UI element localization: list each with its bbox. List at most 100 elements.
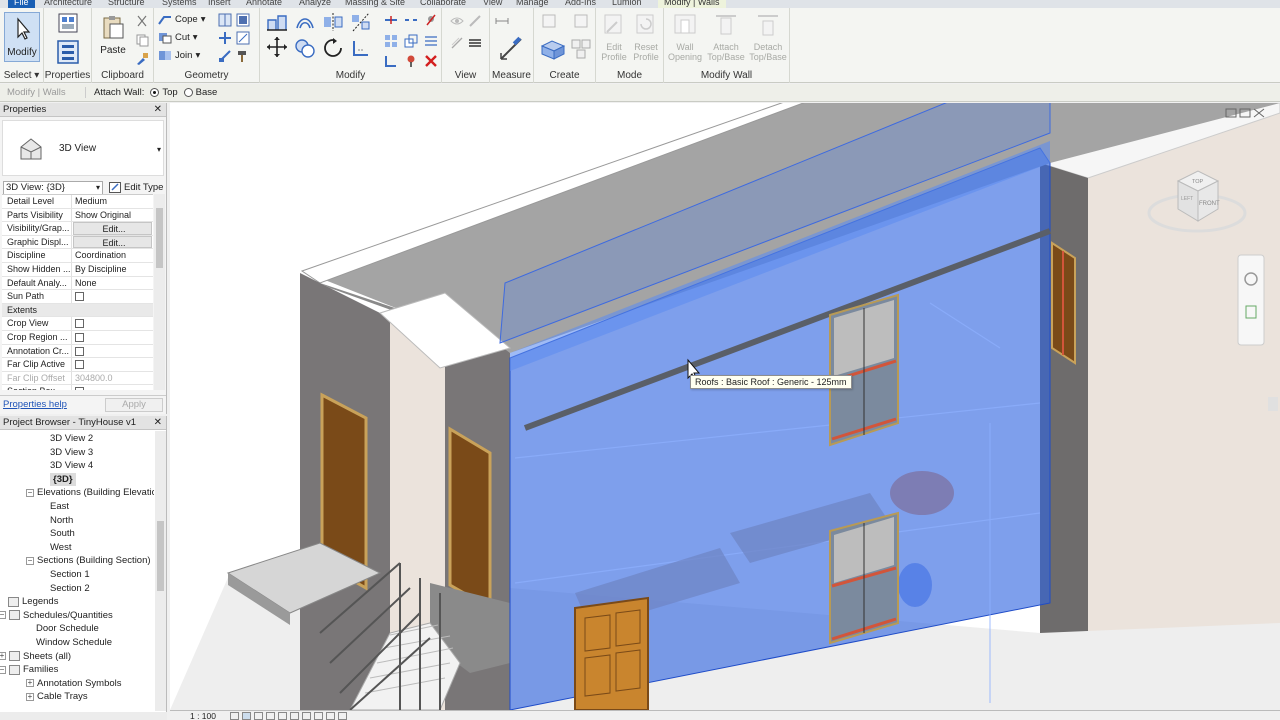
property-checkbox[interactable] — [75, 319, 84, 329]
attach-top-radio[interactable]: Top — [150, 87, 178, 98]
remove-paint-icon[interactable] — [236, 31, 250, 45]
property-checkbox-cell[interactable] — [72, 290, 153, 303]
lock-view-icon[interactable] — [314, 711, 323, 720]
join-button[interactable]: Join ▾ — [158, 49, 200, 62]
collapse-icon[interactable]: − — [26, 488, 34, 497]
offset-icon[interactable] — [294, 12, 316, 32]
browser-item[interactable]: East — [50, 500, 69, 513]
property-value[interactable]: Show Original — [72, 209, 153, 222]
ribbon-tab-modify-walls[interactable]: Modify | Walls — [658, 0, 726, 8]
split-icon[interactable] — [384, 13, 398, 27]
property-checkbox-cell[interactable] — [72, 317, 153, 330]
edit-profile-button[interactable]: Edit Profile — [598, 12, 630, 62]
browser-item[interactable]: South — [50, 527, 75, 540]
browser-horizontal-scrollbar[interactable] — [0, 712, 167, 720]
ribbon-tab-insert[interactable]: Insert — [208, 0, 231, 7]
cut-icon[interactable] — [135, 14, 149, 28]
property-checkbox[interactable] — [75, 292, 84, 302]
model-canvas[interactable]: TOP FRONT LEFT — [170, 103, 1280, 710]
close-icon[interactable]: ✕ — [154, 103, 162, 117]
detach-top-base-button[interactable]: Detach Top/Base — [748, 12, 788, 62]
ribbon-tab-architecture[interactable]: Architecture — [44, 0, 92, 7]
property-checkbox-cell[interactable] — [72, 331, 153, 344]
attach-top-base-button[interactable]: Attach Top/Base — [706, 12, 746, 62]
visual-style-icon[interactable] — [242, 711, 251, 720]
edit-type-button[interactable]: Edit Type — [109, 182, 163, 193]
ribbon-tab-file[interactable]: File — [8, 0, 35, 8]
modify-button[interactable]: Modify — [4, 12, 40, 62]
temp-hide-icon[interactable] — [326, 711, 335, 720]
mirror-pick-axis-icon[interactable] — [322, 12, 344, 32]
browser-item[interactable]: Section 1 — [50, 568, 90, 581]
unpin-icon[interactable] — [424, 13, 438, 27]
array-icon[interactable] — [384, 34, 398, 48]
view-scale[interactable]: 1 : 100 — [190, 711, 216, 720]
ribbon-tab-collaborate[interactable]: Collaborate — [420, 0, 466, 7]
property-checkbox-cell[interactable] — [72, 345, 153, 358]
browser-item[interactable]: + Annotation Symbols — [26, 677, 122, 690]
browser-item[interactable]: Door Schedule — [36, 622, 99, 635]
cope-button[interactable]: Cope ▾ — [158, 13, 206, 26]
property-group-extents[interactable]: Extents — [2, 303, 153, 318]
browser-item[interactable]: 3D View 4 — [50, 459, 93, 472]
properties-scrollbar[interactable] — [154, 194, 165, 390]
mirror-draw-axis-icon[interactable] — [350, 12, 372, 32]
apply-button[interactable]: Apply — [105, 397, 163, 412]
expand-icon[interactable]: + — [26, 679, 34, 688]
property-value[interactable]: None — [72, 277, 153, 290]
paint-icon[interactable] — [236, 13, 250, 27]
browser-item[interactable]: 3D View 3 — [50, 446, 93, 459]
properties-icon[interactable] — [57, 40, 79, 64]
crop-view-icon[interactable] — [290, 711, 299, 720]
expand-icon[interactable]: + — [0, 652, 6, 661]
cut-geometry-button[interactable]: Cut ▾ — [158, 31, 198, 44]
create-similar-icon[interactable] — [540, 38, 566, 60]
collapse-icon[interactable]: − — [0, 611, 6, 620]
type-selector[interactable]: 3D View ▾ — [2, 120, 164, 176]
align-icon[interactable] — [266, 12, 288, 32]
viewport-scroll-thumb[interactable] — [1268, 397, 1278, 411]
navigation-bar[interactable] — [1237, 254, 1265, 346]
browser-close-icon[interactable]: ✕ — [154, 416, 162, 430]
copy-element-icon[interactable] — [294, 38, 316, 58]
hide-in-view-icon[interactable] — [450, 14, 464, 28]
base-radio-dot[interactable] — [183, 88, 193, 97]
property-value[interactable]: Medium — [72, 195, 153, 208]
collapse-icon[interactable]: − — [0, 665, 6, 674]
instance-selector[interactable]: 3D View: {3D} — [3, 180, 103, 195]
chevron-down-icon[interactable]: ▾ — [157, 145, 161, 154]
match-properties-icon[interactable] — [135, 52, 149, 66]
create-parts-icon[interactable] — [574, 14, 588, 28]
browser-item[interactable]: West — [50, 541, 71, 554]
browser-item[interactable]: + Sheets (all) — [0, 650, 71, 663]
collapse-icon[interactable]: − — [26, 556, 34, 565]
sun-path-icon[interactable] — [254, 711, 263, 720]
3d-viewport[interactable]: TOP FRONT LEFT Roofs : Basic Roof : Gene… — [170, 103, 1280, 710]
browser-scrollbar[interactable] — [155, 431, 166, 711]
browser-item[interactable]: − Schedules/Quantities — [0, 609, 113, 622]
wall-opening-button[interactable]: Wall Opening — [668, 12, 702, 62]
ribbon-tab-add-ins[interactable]: Add-Ins — [565, 0, 596, 7]
property-value[interactable]: Coordination — [72, 249, 153, 262]
attach-base-radio[interactable]: Base — [183, 87, 217, 98]
browser-item[interactable]: 3D View 2 — [50, 432, 93, 445]
pin-icon[interactable] — [404, 54, 418, 68]
browser-scroll-thumb[interactable] — [157, 521, 164, 591]
property-value[interactable]: By Discipline — [72, 263, 153, 276]
ribbon-tab-systems[interactable]: Systems — [162, 0, 197, 7]
property-value[interactable]: 304800.0 — [72, 372, 153, 385]
ribbon-tab-annotate[interactable]: Annotate — [246, 0, 282, 7]
trim-single-icon[interactable] — [384, 54, 398, 68]
detail-level-icon[interactable] — [230, 711, 239, 720]
copy-icon[interactable] — [135, 33, 149, 47]
scale-icon[interactable] — [404, 34, 418, 48]
trim-multiple-icon[interactable] — [424, 34, 438, 48]
trim-extend-corner-icon[interactable] — [350, 38, 372, 58]
ribbon-tab-structure[interactable]: Structure — [108, 0, 145, 7]
ribbon-tab-manage[interactable]: Manage — [516, 0, 549, 7]
reset-profile-button[interactable]: Reset Profile — [630, 12, 662, 62]
reveal-hidden-icon[interactable] — [338, 711, 347, 720]
view-filters-icon[interactable] — [468, 36, 482, 50]
create-group-icon[interactable] — [570, 38, 592, 60]
ribbon-tab-lumion[interactable]: Lumion — [612, 0, 642, 7]
